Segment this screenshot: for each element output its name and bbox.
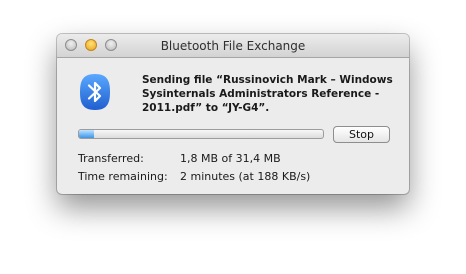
title-bar[interactable]: Bluetooth File Exchange xyxy=(57,34,409,58)
sending-file-message: Sending file “Russinovich Mark – Windows… xyxy=(142,74,393,114)
window-title: Bluetooth File Exchange xyxy=(160,39,306,53)
bluetooth-icon xyxy=(80,74,110,110)
stop-button[interactable]: Stop xyxy=(333,126,390,143)
transfer-window: Bluetooth File Exchange Sending file “Ru… xyxy=(57,34,409,194)
transferred-value: 1,8 MB of 31,4 MB xyxy=(180,152,281,165)
time-remaining-label: Time remaining: xyxy=(78,170,168,183)
time-remaining-value: 2 minutes (at 188 KB/s) xyxy=(180,170,311,183)
transfer-progress-fill xyxy=(79,130,94,138)
transfer-progress-bar xyxy=(78,129,324,139)
transferred-label: Transferred: xyxy=(78,152,144,165)
